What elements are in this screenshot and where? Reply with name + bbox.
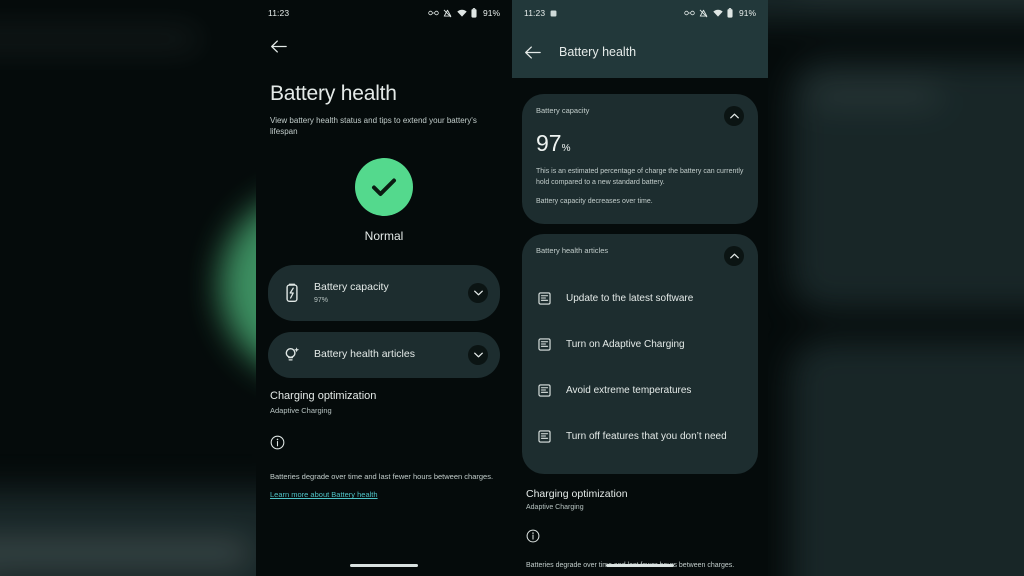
- info-row: [512, 529, 768, 543]
- battery-icon: [471, 8, 478, 18]
- battery-capacity-text: Battery capacity 97%: [302, 281, 468, 304]
- battery-health-articles-text: Battery health articles: [302, 348, 468, 361]
- footer-link-wrap: Learn more about Battery health: [256, 482, 512, 502]
- list-item-label: Turn off features that you don’t need: [566, 431, 727, 442]
- backdrop-shape: [790, 340, 1024, 576]
- status-bar-time: 11:23: [268, 8, 290, 18]
- battery-health-articles-title: Battery health articles: [314, 348, 415, 361]
- screenshot-stage: 11:23 91% Battery health View battery he…: [0, 0, 1024, 576]
- battery-status-hero: Normal: [256, 157, 512, 243]
- app-bar: Battery health: [512, 26, 768, 78]
- check-circle-icon: [355, 157, 413, 216]
- battery-percent-label: 91%: [738, 8, 756, 18]
- article-icon: [536, 338, 552, 351]
- home-indicator[interactable]: [606, 564, 674, 567]
- list-item[interactable]: Turn on Adaptive Charging: [536, 322, 744, 368]
- glasses-icon: [428, 9, 439, 17]
- list-item[interactable]: Turn off features that you don’t need: [536, 414, 744, 460]
- battery-health-articles-label: Battery health articles: [536, 245, 609, 255]
- backdrop-shape: [810, 85, 940, 105]
- article-list: Update to the latest software Turn on Ad…: [536, 276, 744, 460]
- battery-capacity-description: This is an estimated percentage of charg…: [536, 168, 744, 186]
- battery-capacity-label: Battery capacity: [536, 106, 590, 115]
- no-sim-icon: [699, 9, 708, 18]
- left-phone-screen: 11:23 91% Battery health View battery he…: [256, 0, 512, 576]
- battery-capacity-title: Battery capacity: [314, 281, 389, 294]
- backdrop-shape: [0, 28, 200, 50]
- battery-capacity-number: 97: [536, 130, 562, 156]
- battery-capacity-expanded-card: Battery capacity 97% This is an estimate…: [522, 94, 758, 224]
- battery-health-articles-expanded-card: Battery health articles Update to the la…: [522, 233, 758, 474]
- battery-status-label: Normal: [364, 228, 404, 243]
- footer-link-wrap: Learn more about Battery health: [512, 570, 768, 576]
- battery-capacity-description-2: Battery capacity decreases over time.: [536, 198, 653, 205]
- list-item[interactable]: Update to the latest software: [536, 276, 744, 322]
- battery-health-articles-card-header: Battery health articles: [536, 245, 744, 266]
- battery-health-articles-card[interactable]: Battery health articles: [268, 331, 500, 378]
- status-bar: 11:23 91%: [256, 0, 512, 26]
- learn-more-link[interactable]: Learn more about Battery health: [270, 490, 378, 499]
- battery-capacity-big-value: 97%: [536, 132, 744, 155]
- status-bar-icons: 91%: [684, 8, 756, 18]
- charging-optimization-title: Charging optimization: [270, 389, 377, 402]
- list-item-label: Turn on Adaptive Charging: [566, 339, 685, 350]
- battery-capacity-value: 97%: [314, 296, 329, 304]
- lightbulb-sparkle-icon: [282, 346, 302, 364]
- wifi-icon: [713, 9, 723, 17]
- battery-capacity-card[interactable]: Battery capacity 97%: [268, 264, 500, 321]
- back-button[interactable]: [256, 26, 512, 66]
- list-item[interactable]: Avoid extreme temperatures: [536, 368, 744, 414]
- chevron-down-icon[interactable]: [468, 344, 488, 365]
- status-bar: 11:23 91%: [512, 0, 768, 26]
- right-phone-screen: 11:23 91% Battery health Battery capacit…: [512, 0, 768, 576]
- back-arrow-icon[interactable]: [270, 39, 287, 54]
- article-icon: [536, 292, 552, 305]
- info-icon[interactable]: [526, 529, 754, 543]
- glasses-icon: [684, 9, 695, 17]
- wifi-icon: [457, 9, 467, 17]
- list-item-label: Avoid extreme temperatures: [566, 385, 692, 396]
- chevron-down-icon[interactable]: [468, 282, 488, 303]
- info-row: [256, 435, 512, 450]
- battery-icon: [727, 8, 734, 18]
- article-icon: [536, 384, 552, 397]
- chevron-up-icon[interactable]: [724, 106, 744, 126]
- page-subtitle: View battery health status and tips to e…: [270, 116, 477, 136]
- charging-optimization-subtitle: Adaptive Charging: [270, 405, 332, 415]
- footer-note: Batteries degrade over time and last few…: [270, 471, 494, 481]
- battery-capacity-unit: %: [561, 143, 571, 154]
- status-bar-icons: 91%: [428, 8, 500, 18]
- status-bar-time: 11:23: [524, 8, 546, 18]
- charging-optimization-title: Charging optimization: [526, 487, 628, 500]
- chevron-up-icon[interactable]: [724, 245, 744, 266]
- page-title: Battery health: [270, 82, 397, 105]
- screenshot-icon: [550, 10, 557, 17]
- no-sim-icon: [443, 9, 452, 18]
- back-arrow-icon[interactable]: [524, 45, 541, 60]
- charging-optimization-subtitle: Adaptive Charging: [526, 503, 584, 511]
- backdrop-shape: [0, 540, 250, 566]
- list-item-label: Update to the latest software: [566, 293, 694, 304]
- battery-capacity-card-header: Battery capacity: [536, 106, 744, 126]
- info-icon[interactable]: [270, 435, 498, 450]
- article-icon: [536, 430, 552, 443]
- home-indicator[interactable]: [350, 564, 418, 567]
- battery-charging-icon: [282, 283, 302, 303]
- battery-percent-label: 91%: [482, 8, 500, 18]
- app-bar-title: Battery health: [559, 45, 637, 59]
